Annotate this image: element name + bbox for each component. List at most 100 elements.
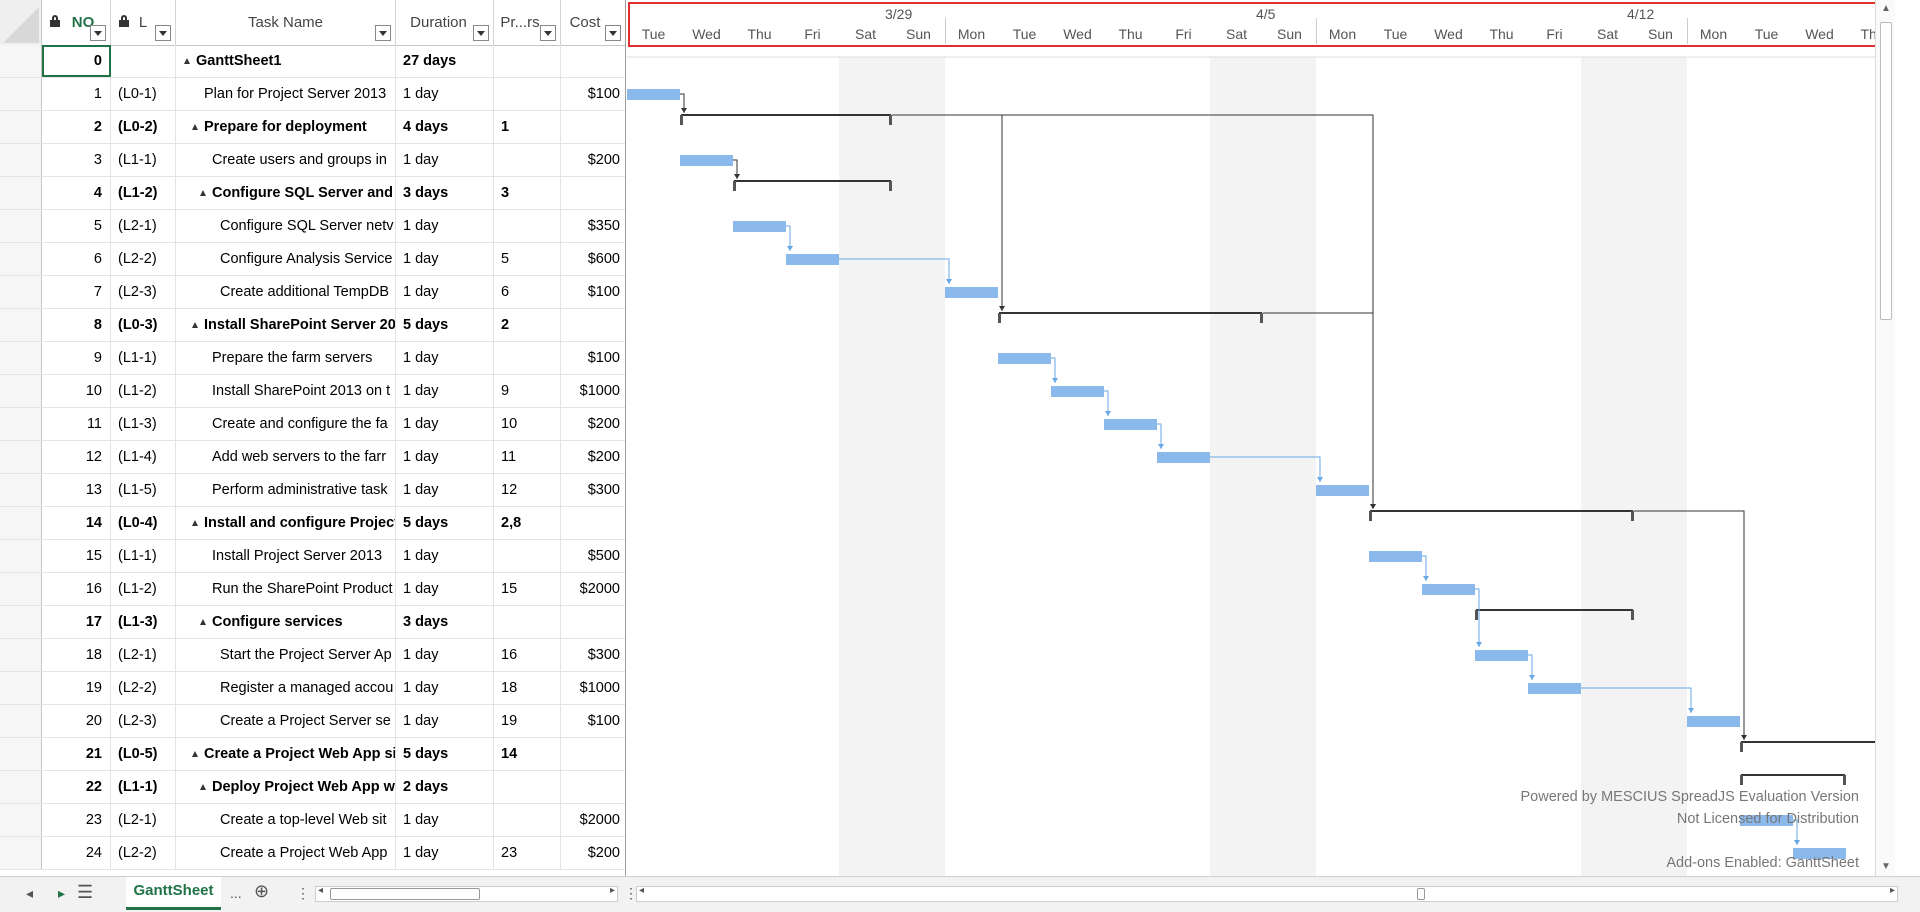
cell-duration[interactable]: 1 day — [396, 672, 494, 704]
cell-level[interactable]: (L1-2) — [111, 177, 176, 209]
table-row[interactable]: 8 (L0-3) Install SharePoint Server 20: 5 da… — [0, 309, 625, 342]
cell-cost[interactable] — [561, 111, 625, 143]
task-bar[interactable] — [1316, 485, 1369, 496]
sheet-list-menu-icon[interactable]: ☰ — [77, 882, 93, 903]
cell-cost[interactable] — [561, 771, 625, 803]
cell-task-name[interactable]: Create a Project Server se — [176, 705, 396, 737]
table-row[interactable]: 9 (L1-1) Prepare the farm servers 1 day $100 — [0, 342, 625, 375]
cell-level[interactable]: (L0-4) — [111, 507, 176, 539]
nav-first-icon[interactable]: ◂ — [26, 885, 33, 902]
cell-task-name[interactable]: Configure SQL Server and A — [176, 177, 396, 209]
cell-level[interactable]: (L0-5) — [111, 738, 176, 770]
cell-cost[interactable]: $300 — [561, 474, 625, 506]
table-row[interactable]: 0 GanttSheet1 27 days — [0, 45, 625, 78]
cell-no[interactable]: 17 — [42, 606, 111, 638]
scroll-up-icon[interactable]: ▲ — [1876, 0, 1895, 18]
row-header[interactable] — [0, 408, 42, 440]
cell-level[interactable]: (L1-3) — [111, 606, 176, 638]
row-header[interactable] — [0, 738, 42, 770]
cell-task-name[interactable]: Install SharePoint 2013 on t — [176, 375, 396, 407]
summary-bar-start-cap[interactable] — [1740, 742, 1743, 752]
row-header[interactable] — [0, 837, 42, 869]
cell-task-name[interactable]: Add web servers to the farr — [176, 441, 396, 473]
cell-duration[interactable]: 1 day — [396, 573, 494, 605]
table-row[interactable]: 15 (L1-1) Install Project Server 2013 1 day… — [0, 540, 625, 573]
table-row[interactable]: 13 (L1-5) Perform administrative task 1 day… — [0, 474, 625, 507]
cell-duration[interactable]: 3 days — [396, 177, 494, 209]
cell-duration[interactable]: 1 day — [396, 78, 494, 110]
column-header-cost[interactable]: Cost — [561, 0, 625, 45]
table-row[interactable]: 16 (L1-2) Run the SharePoint Product 1 day 1… — [0, 573, 625, 606]
cell-task-name[interactable]: Configure SQL Server netv — [176, 210, 396, 242]
row-header[interactable] — [0, 804, 42, 836]
cell-no[interactable]: 13 — [42, 474, 111, 506]
cell-level[interactable]: (L1-1) — [111, 540, 176, 572]
cell-cost[interactable] — [561, 177, 625, 209]
row-header[interactable] — [0, 276, 42, 308]
grid-horizontal-scrollbar[interactable]: ◂ ▸ — [315, 885, 618, 902]
cell-duration[interactable]: 1 day — [396, 375, 494, 407]
cell-level[interactable]: (L1-1) — [111, 144, 176, 176]
summary-bar-start-cap[interactable] — [1369, 511, 1372, 521]
column-header-no[interactable]: NO — [42, 0, 111, 45]
cell-predecessors[interactable]: 9 — [494, 375, 561, 407]
row-header[interactable] — [0, 540, 42, 572]
cell-duration[interactable]: 1 day — [396, 243, 494, 275]
gantt-horizontal-scrollbar[interactable]: ◂ ▸ — [636, 885, 1898, 902]
cell-cost[interactable]: $100 — [561, 342, 625, 374]
collapse-triangle-icon[interactable] — [192, 124, 198, 130]
scroll-right-icon[interactable]: ▸ — [1890, 885, 1895, 896]
collapse-triangle-icon[interactable] — [192, 751, 198, 757]
cell-level[interactable]: (L2-3) — [111, 705, 176, 737]
cell-cost[interactable] — [561, 45, 625, 77]
cell-cost[interactable]: $100 — [561, 705, 625, 737]
cell-cost[interactable]: $300 — [561, 639, 625, 671]
task-grid[interactable]: NO L Task Name Duration Pr...rs Cost 0 Ga… — [0, 0, 626, 876]
table-row[interactable]: 2 (L0-2) Prepare for deployment 4 days 1 — [0, 111, 625, 144]
cell-task-name[interactable]: Create additional TempDB — [176, 276, 396, 308]
cell-no[interactable]: 11 — [42, 408, 111, 440]
cell-cost[interactable]: $200 — [561, 408, 625, 440]
cell-cost[interactable]: $100 — [561, 78, 625, 110]
row-header[interactable] — [0, 177, 42, 209]
summary-bar-end-cap[interactable] — [1260, 313, 1263, 323]
cell-level[interactable]: (L1-1) — [111, 771, 176, 803]
cell-cost[interactable]: $200 — [561, 144, 625, 176]
cell-no[interactable]: 8 — [42, 309, 111, 341]
cell-duration[interactable]: 1 day — [396, 276, 494, 308]
table-row[interactable]: 4 (L1-2) Configure SQL Server and A 3 days 3 — [0, 177, 625, 210]
cell-predecessors[interactable] — [494, 342, 561, 374]
table-row[interactable]: 7 (L2-3) Create additional TempDB 1 day 6 $10… — [0, 276, 625, 309]
task-bar[interactable] — [786, 254, 839, 265]
cell-no[interactable]: 18 — [42, 639, 111, 671]
filter-dropdown-icon[interactable] — [605, 25, 621, 41]
cell-cost[interactable]: $2000 — [561, 573, 625, 605]
cell-predecessors[interactable] — [494, 771, 561, 803]
table-row[interactable]: 18 (L2-1) Start the Project Server Ap 1 day… — [0, 639, 625, 672]
filter-dropdown-icon[interactable] — [375, 25, 391, 41]
cell-predecessors[interactable] — [494, 144, 561, 176]
cell-task-name[interactable]: Configure Analysis Service — [176, 243, 396, 275]
scroll-left-icon[interactable]: ◂ — [639, 885, 644, 896]
column-header-task-name[interactable]: Task Name — [176, 0, 396, 45]
scroll-left-icon[interactable]: ◂ — [318, 885, 323, 896]
row-header[interactable] — [0, 144, 42, 176]
cell-task-name[interactable]: Deploy Project Web App w — [176, 771, 396, 803]
vertical-scroll-thumb[interactable] — [1880, 22, 1892, 320]
cell-predecessors[interactable] — [494, 45, 561, 77]
table-row[interactable]: 12 (L1-4) Add web servers to the farr 1 day… — [0, 441, 625, 474]
cell-task-name[interactable]: Configure services — [176, 606, 396, 638]
table-row[interactable]: 14 (L0-4) Install and configure Project 5 d… — [0, 507, 625, 540]
table-row[interactable]: 6 (L2-2) Configure Analysis Service 1 day 5 $… — [0, 243, 625, 276]
table-row[interactable]: 11 (L1-3) Create and configure the fa 1 day… — [0, 408, 625, 441]
cell-task-name[interactable]: Create and configure the fa — [176, 408, 396, 440]
cell-duration[interactable]: 4 days — [396, 111, 494, 143]
cell-task-name[interactable]: Create users and groups in — [176, 144, 396, 176]
cell-predecessors[interactable]: 5 — [494, 243, 561, 275]
cell-task-name[interactable]: Start the Project Server Ap — [176, 639, 396, 671]
row-header[interactable] — [0, 243, 42, 275]
summary-bar-end-cap[interactable] — [1843, 775, 1846, 785]
cell-predecessors[interactable]: 16 — [494, 639, 561, 671]
row-header[interactable] — [0, 705, 42, 737]
cell-duration[interactable]: 1 day — [396, 474, 494, 506]
